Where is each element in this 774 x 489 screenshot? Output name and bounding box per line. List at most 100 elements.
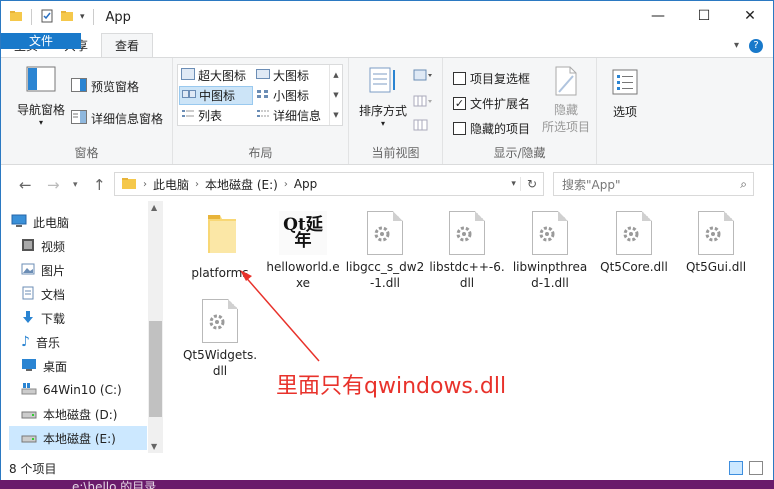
chevron-down-icon[interactable]: ▾ (734, 40, 739, 51)
nav-item-label: 图片 (41, 263, 66, 278)
preview-pane-icon (71, 78, 87, 95)
file-name: Qt5Core.dll (600, 260, 668, 274)
layout-item-label: 大图标 (273, 69, 310, 83)
refresh-icon[interactable]: ↻ (519, 177, 543, 191)
nav-item-label: 桌面 (43, 359, 68, 374)
file-extensions-toggle[interactable]: ✓ 文件扩展名 (453, 95, 530, 112)
expand-icon[interactable]: ▼ (333, 111, 338, 119)
minimize-button[interactable]: — (635, 1, 681, 31)
file-extensions-checkbox[interactable]: ✓ (453, 97, 466, 110)
nav-item-music[interactable]: ♪ 音乐 (9, 330, 147, 354)
nav-item-downloads[interactable]: 下载 (9, 306, 147, 330)
pictures-icon (21, 262, 35, 279)
nav-pane-scroll-thumb[interactable] (149, 321, 162, 417)
chevron-down-icon[interactable]: ▼ (333, 91, 338, 99)
close-button[interactable]: ✕ (727, 1, 773, 31)
nav-item-label: 音乐 (35, 335, 60, 350)
details-view-icon[interactable] (729, 461, 743, 475)
new-folder-icon[interactable] (60, 9, 74, 26)
nav-item-pictures[interactable]: 图片 (9, 258, 147, 282)
file-name: libgcc_s_dw2-1.dll (345, 260, 425, 290)
file-item[interactable]: libwinpthread-1.dll (510, 211, 590, 291)
file-item[interactable]: libstdc++-6.dll (427, 211, 507, 291)
breadcrumb-drive-e[interactable]: 本地磁盘 (E:) (199, 176, 284, 193)
file-item[interactable]: Qt5Widgets.dll (180, 299, 260, 379)
annotation-text: 里面只有qwindows.dll (276, 374, 507, 399)
chevron-down-icon[interactable]: ▾ (511, 179, 520, 189)
chevron-up-icon[interactable]: ▲ (333, 71, 338, 79)
nav-item-drive-c[interactable]: 64Win10 (C:) (9, 378, 147, 402)
music-icon: ♪ (21, 334, 30, 350)
dll-gear-icon (616, 211, 652, 255)
layout-large-icons[interactable]: 大图标 (256, 67, 309, 84)
group-label-panes: 窗格 (74, 146, 99, 160)
layout-small-icons[interactable]: 小图标 (256, 87, 309, 104)
item-checkboxes-toggle[interactable]: 项目复选框 (453, 70, 530, 87)
file-item[interactable]: platforms (180, 211, 260, 281)
dll-gear-icon (202, 299, 238, 343)
layout-item-label: 中图标 (199, 89, 236, 103)
layout-gallery-scroll[interactable]: ▲ ▼ ▼ (329, 65, 342, 125)
nav-item-this-pc[interactable]: 此电脑 (9, 210, 147, 234)
file-item[interactable]: Qt5Core.dll (594, 211, 674, 275)
preview-pane-button[interactable]: 预览窗格 (71, 78, 139, 95)
group-current-view: 排序方式 ▾ 当前视图 (349, 58, 443, 164)
up-arrow-icon[interactable]: ↑ (93, 176, 106, 194)
file-name: libwinpthread-1.dll (512, 260, 588, 290)
layout-item-label: 详细信息 (273, 109, 322, 123)
item-checkboxes-checkbox[interactable] (453, 72, 466, 85)
tab-file[interactable]: 文件 (1, 33, 81, 49)
large-icons-view-icon[interactable] (749, 461, 763, 475)
help-icon[interactable]: ? (749, 38, 763, 53)
chevron-up-icon[interactable]: ▲ (151, 203, 157, 212)
chevron-down-icon[interactable]: ▼ (151, 442, 157, 451)
sort-by-button[interactable]: 排序方式 ▾ (357, 66, 409, 128)
nav-item-desktop[interactable]: 桌面 (9, 354, 147, 378)
nav-item-label: 此电脑 (33, 215, 70, 230)
file-name: helloworld.exe (266, 260, 340, 290)
hidden-items-checkbox[interactable] (453, 122, 466, 135)
breadcrumb-app[interactable]: App (288, 177, 323, 191)
chevron-down-icon: ▾ (38, 118, 43, 127)
layout-medium-icons[interactable]: 中图标 (179, 86, 253, 105)
address-bar[interactable]: › 此电脑 › 本地磁盘 (E:) › App ▾ ↻ (114, 172, 544, 196)
nav-pane-scrollbar[interactable]: ▲ ▼ (148, 201, 163, 453)
hide-selected-label: 所选项目 (541, 120, 590, 134)
nav-pane-button[interactable]: 导航窗格 ▾ (13, 66, 69, 127)
layout-item-label: 超大图标 (198, 69, 247, 83)
folder-icon (115, 176, 143, 193)
breadcrumb-this-pc[interactable]: 此电脑 (147, 176, 195, 193)
status-bar: 8 个项目 (1, 457, 773, 480)
quick-access-toolbar: ▾ (1, 9, 96, 26)
file-name: platforms (191, 266, 249, 280)
back-arrow-icon[interactable]: ← (19, 176, 32, 194)
size-columns-button[interactable] (413, 118, 429, 135)
layout-details[interactable]: 详细信息 (256, 107, 321, 124)
recent-locations-chevron-icon[interactable]: ▾ (73, 180, 78, 190)
nav-item-videos[interactable]: 视频 (9, 234, 147, 258)
options-button[interactable]: 选项 (605, 68, 645, 120)
group-by-button[interactable] (413, 68, 433, 85)
nav-item-drive-d[interactable]: 本地磁盘 (D:) (9, 402, 147, 426)
nav-item-documents[interactable]: 文档 (9, 282, 147, 306)
app-icon: Qt延年 (279, 211, 327, 255)
hidden-items-toggle[interactable]: 隐藏的项目 (453, 120, 530, 137)
properties-icon[interactable] (40, 9, 54, 26)
folder-icon (200, 211, 240, 261)
file-item[interactable]: Qt延年 helloworld.exe (263, 211, 343, 291)
forward-arrow-icon[interactable]: → (47, 176, 60, 194)
file-item[interactable]: Qt5Gui.dll (676, 211, 756, 275)
maximize-button[interactable]: ☐ (681, 1, 727, 31)
search-input[interactable]: 搜索"App" ⌕ (553, 172, 754, 196)
ribbon-tabs: 文件 主页 共享 查看 ▾ ? (1, 33, 773, 58)
add-columns-button[interactable] (413, 94, 433, 111)
layout-extra-large-icons[interactable]: 超大图标 (181, 67, 246, 84)
details-pane-button[interactable]: 详细信息窗格 (71, 110, 163, 127)
layout-list[interactable]: 列表 (181, 107, 222, 124)
hidden-items-label: 隐藏的项目 (470, 122, 531, 136)
hide-selected-button[interactable]: 隐藏 所选项目 (539, 66, 593, 135)
chevron-down-icon[interactable]: ▾ (80, 12, 85, 22)
file-item[interactable]: libgcc_s_dw2-1.dll (345, 211, 425, 291)
tab-view[interactable]: 查看 (101, 33, 154, 58)
nav-item-drive-e[interactable]: 本地磁盘 (E:) (9, 426, 147, 450)
